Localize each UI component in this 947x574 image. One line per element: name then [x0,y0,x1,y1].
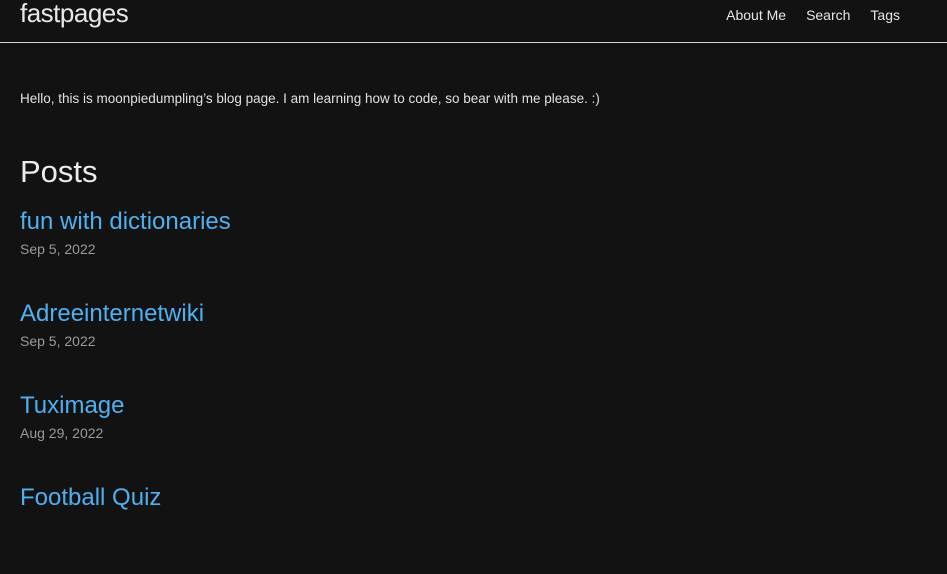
nav-about-me[interactable]: About Me [726,6,786,24]
nav-search[interactable]: Search [806,6,850,24]
list-item: Adreeinternetwiki Sep 5, 2022 [20,298,231,390]
site-title-link[interactable]: fastpages [20,0,129,30]
top-nav: About Me Search Tags [726,6,900,24]
post-date: Aug 29, 2022 [20,425,104,441]
post-date: Sep 5, 2022 [20,333,96,349]
list-item: Tuximage Aug 29, 2022 [20,390,231,482]
site-header: fastpages About Me Search Tags [0,0,947,43]
post-list: fun with dictionaries Sep 5, 2022 Adreei… [20,206,231,574]
post-date: Sep 5, 2022 [20,241,96,257]
list-item: fun with dictionaries Sep 5, 2022 [20,206,231,298]
list-item: Football Quiz [20,482,231,574]
posts-heading: Posts [20,154,98,189]
post-title-link[interactable]: fun with dictionaries [20,206,231,238]
intro-text: Hello, this is moonpiedumpling’s blog pa… [20,91,600,106]
post-title-link[interactable]: Tuximage [20,390,231,422]
post-title-link[interactable]: Adreeinternetwiki [20,298,231,330]
post-title-link[interactable]: Football Quiz [20,482,231,514]
nav-tags[interactable]: Tags [870,6,900,24]
